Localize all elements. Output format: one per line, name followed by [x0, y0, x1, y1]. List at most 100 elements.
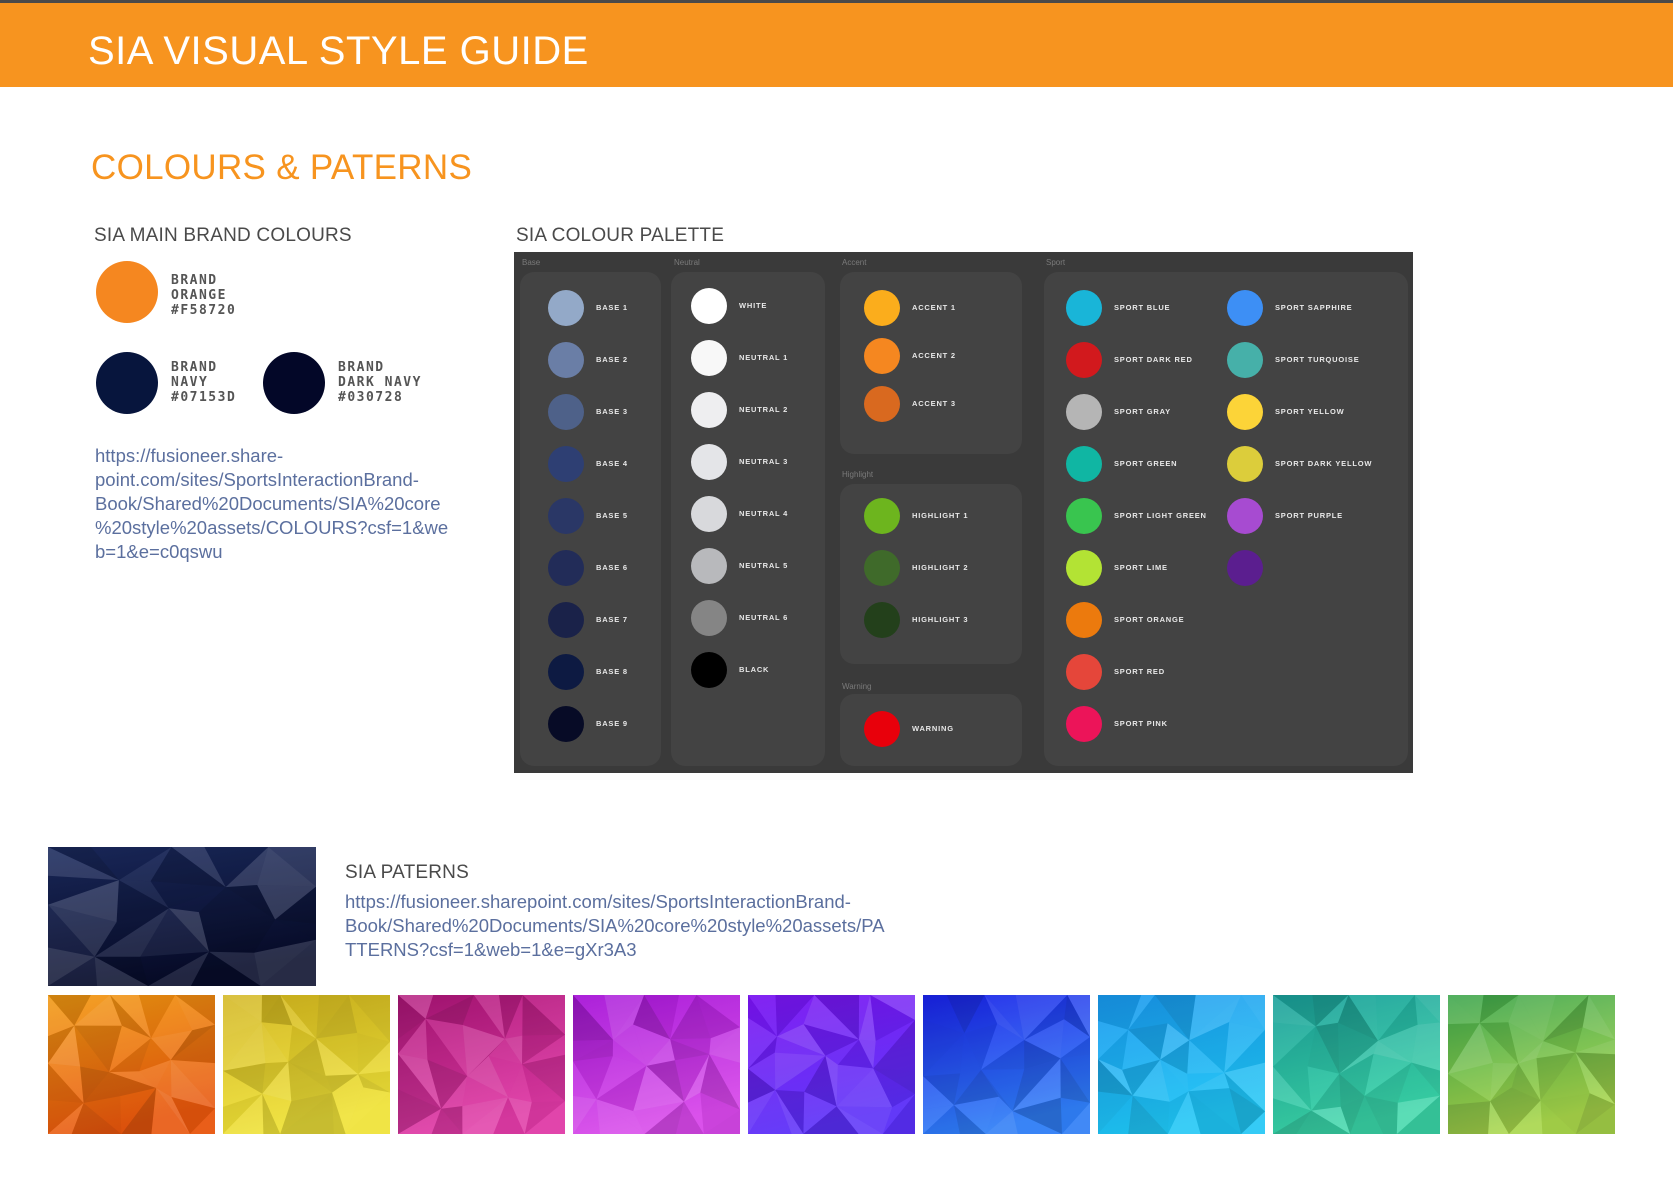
palette-item-sport-light-green: SPORT LIGHT GREEN	[1066, 496, 1236, 536]
palette-item-accent-3: ACCENT 3	[864, 384, 1034, 424]
palette-item-sport-turquoise: SPORT TURQUOISE	[1227, 340, 1397, 380]
page-header: SIA VISUAL STYLE GUIDE	[0, 3, 1673, 87]
colour-palette: Base BASE 1 BASE 2 BASE 3 BASE 4 BASE 5 BASE …	[514, 252, 1413, 773]
palette-label: SPORT PINK	[1114, 719, 1168, 728]
palette-label: SPORT YELLOW	[1275, 407, 1345, 416]
palette-swatch	[548, 446, 584, 482]
palette-item-neutral-1: NEUTRAL 1	[691, 338, 861, 378]
palette-label: NEUTRAL 5	[739, 561, 789, 570]
palette-swatch	[691, 600, 727, 636]
brand-colours-heading: SIA MAIN BRAND COLOURS	[94, 225, 352, 246]
colours-link[interactable]: https://fusioneer.share- point.com/sites…	[95, 444, 448, 564]
palette-label: SPORT DARK RED	[1114, 355, 1193, 364]
palette-swatch	[691, 340, 727, 376]
palette-label: BASE 4	[596, 459, 628, 468]
palette-label: BASE 5	[596, 511, 628, 520]
palette-swatch	[691, 392, 727, 428]
palette-item-sport-dark-yellow: SPORT DARK YELLOW	[1227, 444, 1397, 484]
brand-navy-swatch	[96, 352, 158, 414]
palette-label: ACCENT 3	[912, 399, 956, 408]
palette-group-highlight: HIGHLIGHT 1 HIGHLIGHT 2 HIGHLIGHT 3	[840, 484, 1022, 664]
palette-swatch	[691, 288, 727, 324]
palette-label: SPORT LIME	[1114, 563, 1168, 572]
palette-group-base: BASE 1 BASE 2 BASE 3 BASE 4 BASE 5 BASE 6 BASE…	[520, 272, 661, 766]
palette-item-white: WHITE	[691, 286, 861, 326]
palette-label: BASE 8	[596, 667, 628, 676]
palette-group-title-base: Base	[522, 258, 541, 267]
palette-label: WARNING	[912, 724, 954, 733]
palette-label: NEUTRAL 3	[739, 457, 789, 466]
palette-label: SPORT GRAY	[1114, 407, 1171, 416]
palette-label: BASE 6	[596, 563, 628, 572]
pattern-tile	[398, 995, 565, 1134]
patterns-link[interactable]: https://fusioneer.sharepoint.com/sites/S…	[345, 890, 885, 962]
palette-swatch	[691, 652, 727, 688]
palette-swatch	[548, 602, 584, 638]
palette-item-neutral-3: NEUTRAL 3	[691, 442, 861, 482]
pattern-tile	[1448, 995, 1615, 1134]
palette-swatch	[864, 550, 900, 586]
palette-swatch	[691, 496, 727, 532]
palette-label: ACCENT 2	[912, 351, 956, 360]
palette-label: SPORT DARK YELLOW	[1275, 459, 1373, 468]
pattern-tile	[923, 995, 1090, 1134]
palette-label: NEUTRAL 4	[739, 509, 789, 518]
pattern-tile	[748, 995, 915, 1134]
palette-swatch	[1066, 342, 1102, 378]
pattern-preview-navy	[48, 847, 316, 986]
palette-item-highlight-2: HIGHLIGHT 2	[864, 548, 1034, 588]
palette-swatch	[1227, 498, 1263, 534]
palette-group-sport: SPORT BLUE SPORT DARK RED SPORT GRAY SPORT …	[1044, 272, 1408, 766]
pattern-tile	[1273, 995, 1440, 1134]
palette-item-sport-yellow: SPORT YELLOW	[1227, 392, 1397, 432]
palette-label: BASE 2	[596, 355, 628, 364]
palette-swatch	[548, 290, 584, 326]
palette-label: SPORT PURPLE	[1275, 511, 1343, 520]
pattern-tile	[1098, 995, 1265, 1134]
page-title: SIA VISUAL STYLE GUIDE	[88, 29, 589, 73]
palette-swatch	[691, 548, 727, 584]
palette-label: ACCENT 1	[912, 303, 956, 312]
palette-label: BASE 9	[596, 719, 628, 728]
palette-item-sport-blue: SPORT BLUE	[1066, 288, 1236, 328]
palette-label: BASE 7	[596, 615, 628, 624]
palette-group-neutral: WHITE NEUTRAL 1 NEUTRAL 2 NEUTRAL 3 NEUTRAL …	[671, 272, 825, 766]
palette-label: WHITE	[739, 301, 768, 310]
palette-swatch	[1066, 446, 1102, 482]
palette-label: HIGHLIGHT 3	[912, 615, 969, 624]
palette-swatch	[1227, 290, 1263, 326]
palette-label: BLACK	[739, 665, 770, 674]
palette-item-sport-pink: SPORT PINK	[1066, 704, 1236, 744]
palette-swatch	[1066, 550, 1102, 586]
palette-swatch	[548, 498, 584, 534]
brand-orange-swatch	[96, 261, 158, 323]
palette-label: HIGHLIGHT 2	[912, 563, 969, 572]
palette-item-neutral-6: NEUTRAL 6	[691, 598, 861, 638]
palette-label: SPORT BLUE	[1114, 303, 1171, 312]
palette-swatch	[864, 338, 900, 374]
palette-item-accent-1: ACCENT 1	[864, 288, 1034, 328]
palette-swatch	[548, 550, 584, 586]
palette-item-sport-orange: SPORT ORANGE	[1066, 600, 1236, 640]
palette-swatch	[548, 654, 584, 690]
palette-swatch	[1066, 654, 1102, 690]
palette-item-warning: WARNING	[864, 709, 1034, 749]
palette-swatch	[864, 290, 900, 326]
palette-swatch	[548, 342, 584, 378]
palette-item-sport-gray: SPORT GRAY	[1066, 392, 1236, 432]
pattern-tile	[223, 995, 390, 1134]
palette-swatch	[548, 394, 584, 430]
palette-label: SPORT ORANGE	[1114, 615, 1185, 624]
palette-swatch	[1227, 550, 1263, 586]
palette-group-title-accent: Accent	[842, 258, 867, 267]
colour-palette-heading: SIA COLOUR PALETTE	[516, 225, 725, 246]
pattern-tile	[48, 995, 215, 1134]
palette-swatch	[1227, 446, 1263, 482]
palette-item-sport-dark-red: SPORT DARK RED	[1066, 340, 1236, 380]
palette-label: SPORT LIGHT GREEN	[1114, 511, 1207, 520]
palette-item-sport-purple: SPORT PURPLE	[1227, 496, 1397, 536]
patterns-heading: SIA PATERNS	[345, 862, 469, 883]
palette-group-accent: ACCENT 1 ACCENT 2 ACCENT 3	[840, 272, 1022, 454]
palette-label: SPORT TURQUOISE	[1275, 355, 1360, 364]
palette-swatch	[1066, 706, 1102, 742]
